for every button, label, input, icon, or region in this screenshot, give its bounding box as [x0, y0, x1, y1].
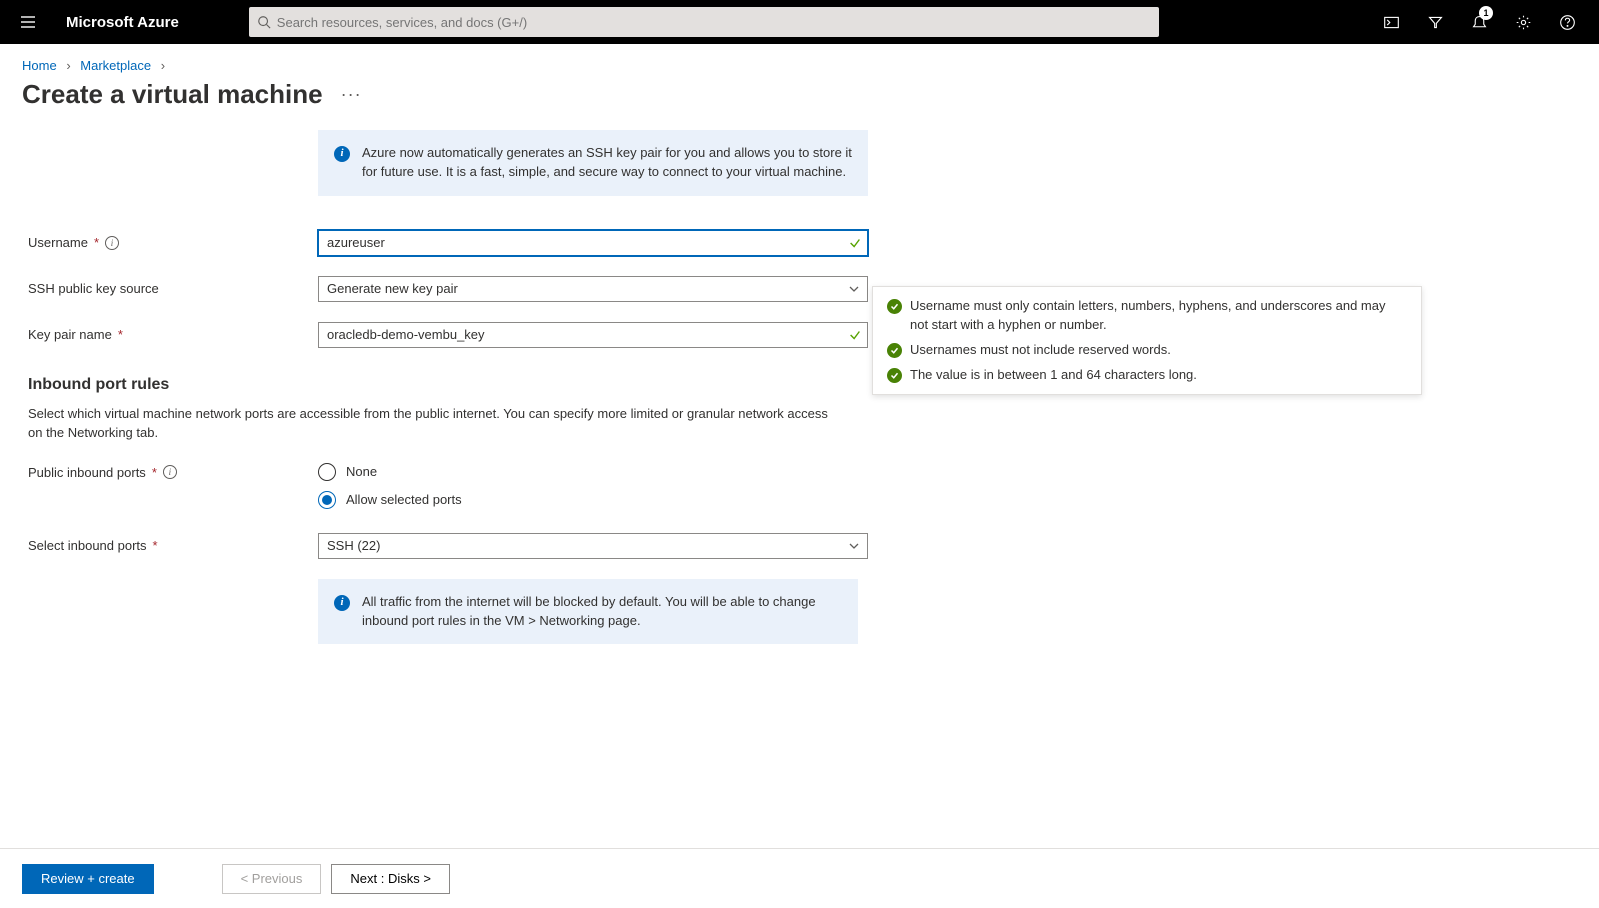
required-star: * — [94, 235, 99, 250]
inbound-description: Select which virtual machine network por… — [28, 404, 838, 443]
directory-filter-icon[interactable] — [1413, 0, 1457, 44]
brand-label: Microsoft Azure — [66, 14, 179, 31]
search-box[interactable] — [249, 7, 1159, 37]
keypair-value: oracledb-demo-vembu_key — [327, 327, 485, 342]
chevron-right-icon: › — [161, 58, 165, 73]
cloud-shell-icon[interactable] — [1369, 0, 1413, 44]
ssh-source-select-wrap: Generate new key pair — [318, 276, 868, 302]
radio-circle-icon — [318, 463, 336, 481]
breadcrumb-marketplace[interactable]: Marketplace — [80, 58, 151, 73]
inbound-heading: Inbound port rules — [28, 376, 868, 394]
select-ports-value: SSH (22) — [327, 538, 380, 553]
review-create-button[interactable]: Review + create — [22, 864, 154, 894]
top-bar-icons: 1 — [1369, 0, 1589, 44]
help-icon[interactable] — [1545, 0, 1589, 44]
next-button[interactable]: Next : Disks > — [331, 864, 450, 894]
validation-rule-1-text: Username must only contain letters, numb… — [910, 297, 1407, 335]
search-container — [249, 7, 1159, 37]
keypair-label: Key pair name — [28, 327, 112, 342]
info-tooltip-icon[interactable]: i — [163, 465, 177, 479]
required-star: * — [153, 538, 158, 553]
info-icon: i — [334, 595, 350, 611]
form-content: i Azure now automatically generates an S… — [0, 130, 1599, 778]
top-header-bar: Microsoft Azure 1 — [0, 0, 1599, 44]
traffic-info-banner: i All traffic from the internet will be … — [318, 579, 858, 645]
radio-none-label: None — [346, 464, 377, 479]
traffic-info-text: All traffic from the internet will be bl… — [362, 593, 842, 631]
radio-allow-label: Allow selected ports — [346, 492, 462, 507]
check-icon — [848, 328, 862, 342]
keypair-input[interactable]: oracledb-demo-vembu_key — [318, 322, 868, 348]
username-input[interactable]: azureuser — [318, 230, 868, 256]
ssh-source-value: Generate new key pair — [327, 281, 458, 296]
required-star: * — [152, 465, 157, 480]
notifications-icon[interactable]: 1 — [1457, 0, 1501, 44]
check-circle-icon — [887, 299, 902, 314]
select-ports-row: Select inbound ports * SSH (22) — [28, 533, 868, 559]
radio-allow-selected[interactable]: Allow selected ports — [318, 491, 868, 509]
public-ports-radio-group: None Allow selected ports — [318, 463, 868, 509]
breadcrumb: Home › Marketplace › — [0, 44, 1599, 77]
username-label: Username — [28, 235, 88, 250]
info-icon: i — [334, 146, 350, 162]
ssh-info-banner: i Azure now automatically generates an S… — [318, 130, 868, 196]
ssh-source-label: SSH public key source — [28, 281, 159, 296]
info-banner-text: Azure now automatically generates an SSH… — [362, 144, 852, 182]
chevron-right-icon: › — [66, 58, 70, 73]
radio-none[interactable]: None — [318, 463, 868, 481]
wizard-footer: Review + create < Previous Next : Disks … — [0, 848, 1599, 908]
validation-rule-3: The value is in between 1 and 64 charact… — [887, 366, 1407, 385]
required-star: * — [118, 327, 123, 342]
validation-rule-2: Usernames must not include reserved word… — [887, 341, 1407, 360]
validation-rule-2-text: Usernames must not include reserved word… — [910, 341, 1171, 360]
check-icon — [848, 236, 862, 250]
search-input[interactable] — [271, 15, 1151, 30]
radio-circle-selected-icon — [318, 491, 336, 509]
info-tooltip-icon[interactable]: i — [105, 236, 119, 250]
search-icon — [257, 15, 271, 29]
notification-badge: 1 — [1479, 6, 1493, 20]
select-ports-select[interactable]: SSH (22) — [318, 533, 868, 559]
settings-icon[interactable] — [1501, 0, 1545, 44]
more-actions-icon[interactable]: ··· — [341, 84, 362, 105]
username-input-wrap: azureuser — [318, 230, 868, 256]
public-ports-row: Public inbound ports * i None Allow sele… — [28, 463, 868, 509]
page-title-row: Create a virtual machine ··· — [0, 77, 1599, 130]
check-circle-icon — [887, 368, 902, 383]
menu-icon[interactable] — [10, 13, 46, 31]
select-ports-label: Select inbound ports — [28, 538, 147, 553]
ssh-source-select[interactable]: Generate new key pair — [318, 276, 868, 302]
ssh-source-row: SSH public key source Generate new key p… — [28, 276, 868, 302]
validation-rule-3-text: The value is in between 1 and 64 charact… — [910, 366, 1197, 385]
breadcrumb-home[interactable]: Home — [22, 58, 57, 73]
page-title: Create a virtual machine — [22, 79, 323, 110]
previous-button[interactable]: < Previous — [222, 864, 322, 894]
select-ports-select-wrap: SSH (22) — [318, 533, 868, 559]
check-circle-icon — [887, 343, 902, 358]
validation-rule-1: Username must only contain letters, numb… — [887, 297, 1407, 335]
username-validation-popup: Username must only contain letters, numb… — [872, 286, 1422, 395]
keypair-row: Key pair name * oracledb-demo-vembu_key — [28, 322, 868, 348]
username-row: Username * i azureuser — [28, 230, 868, 256]
keypair-input-wrap: oracledb-demo-vembu_key — [318, 322, 868, 348]
username-value: azureuser — [327, 235, 385, 250]
public-ports-label: Public inbound ports — [28, 465, 146, 480]
